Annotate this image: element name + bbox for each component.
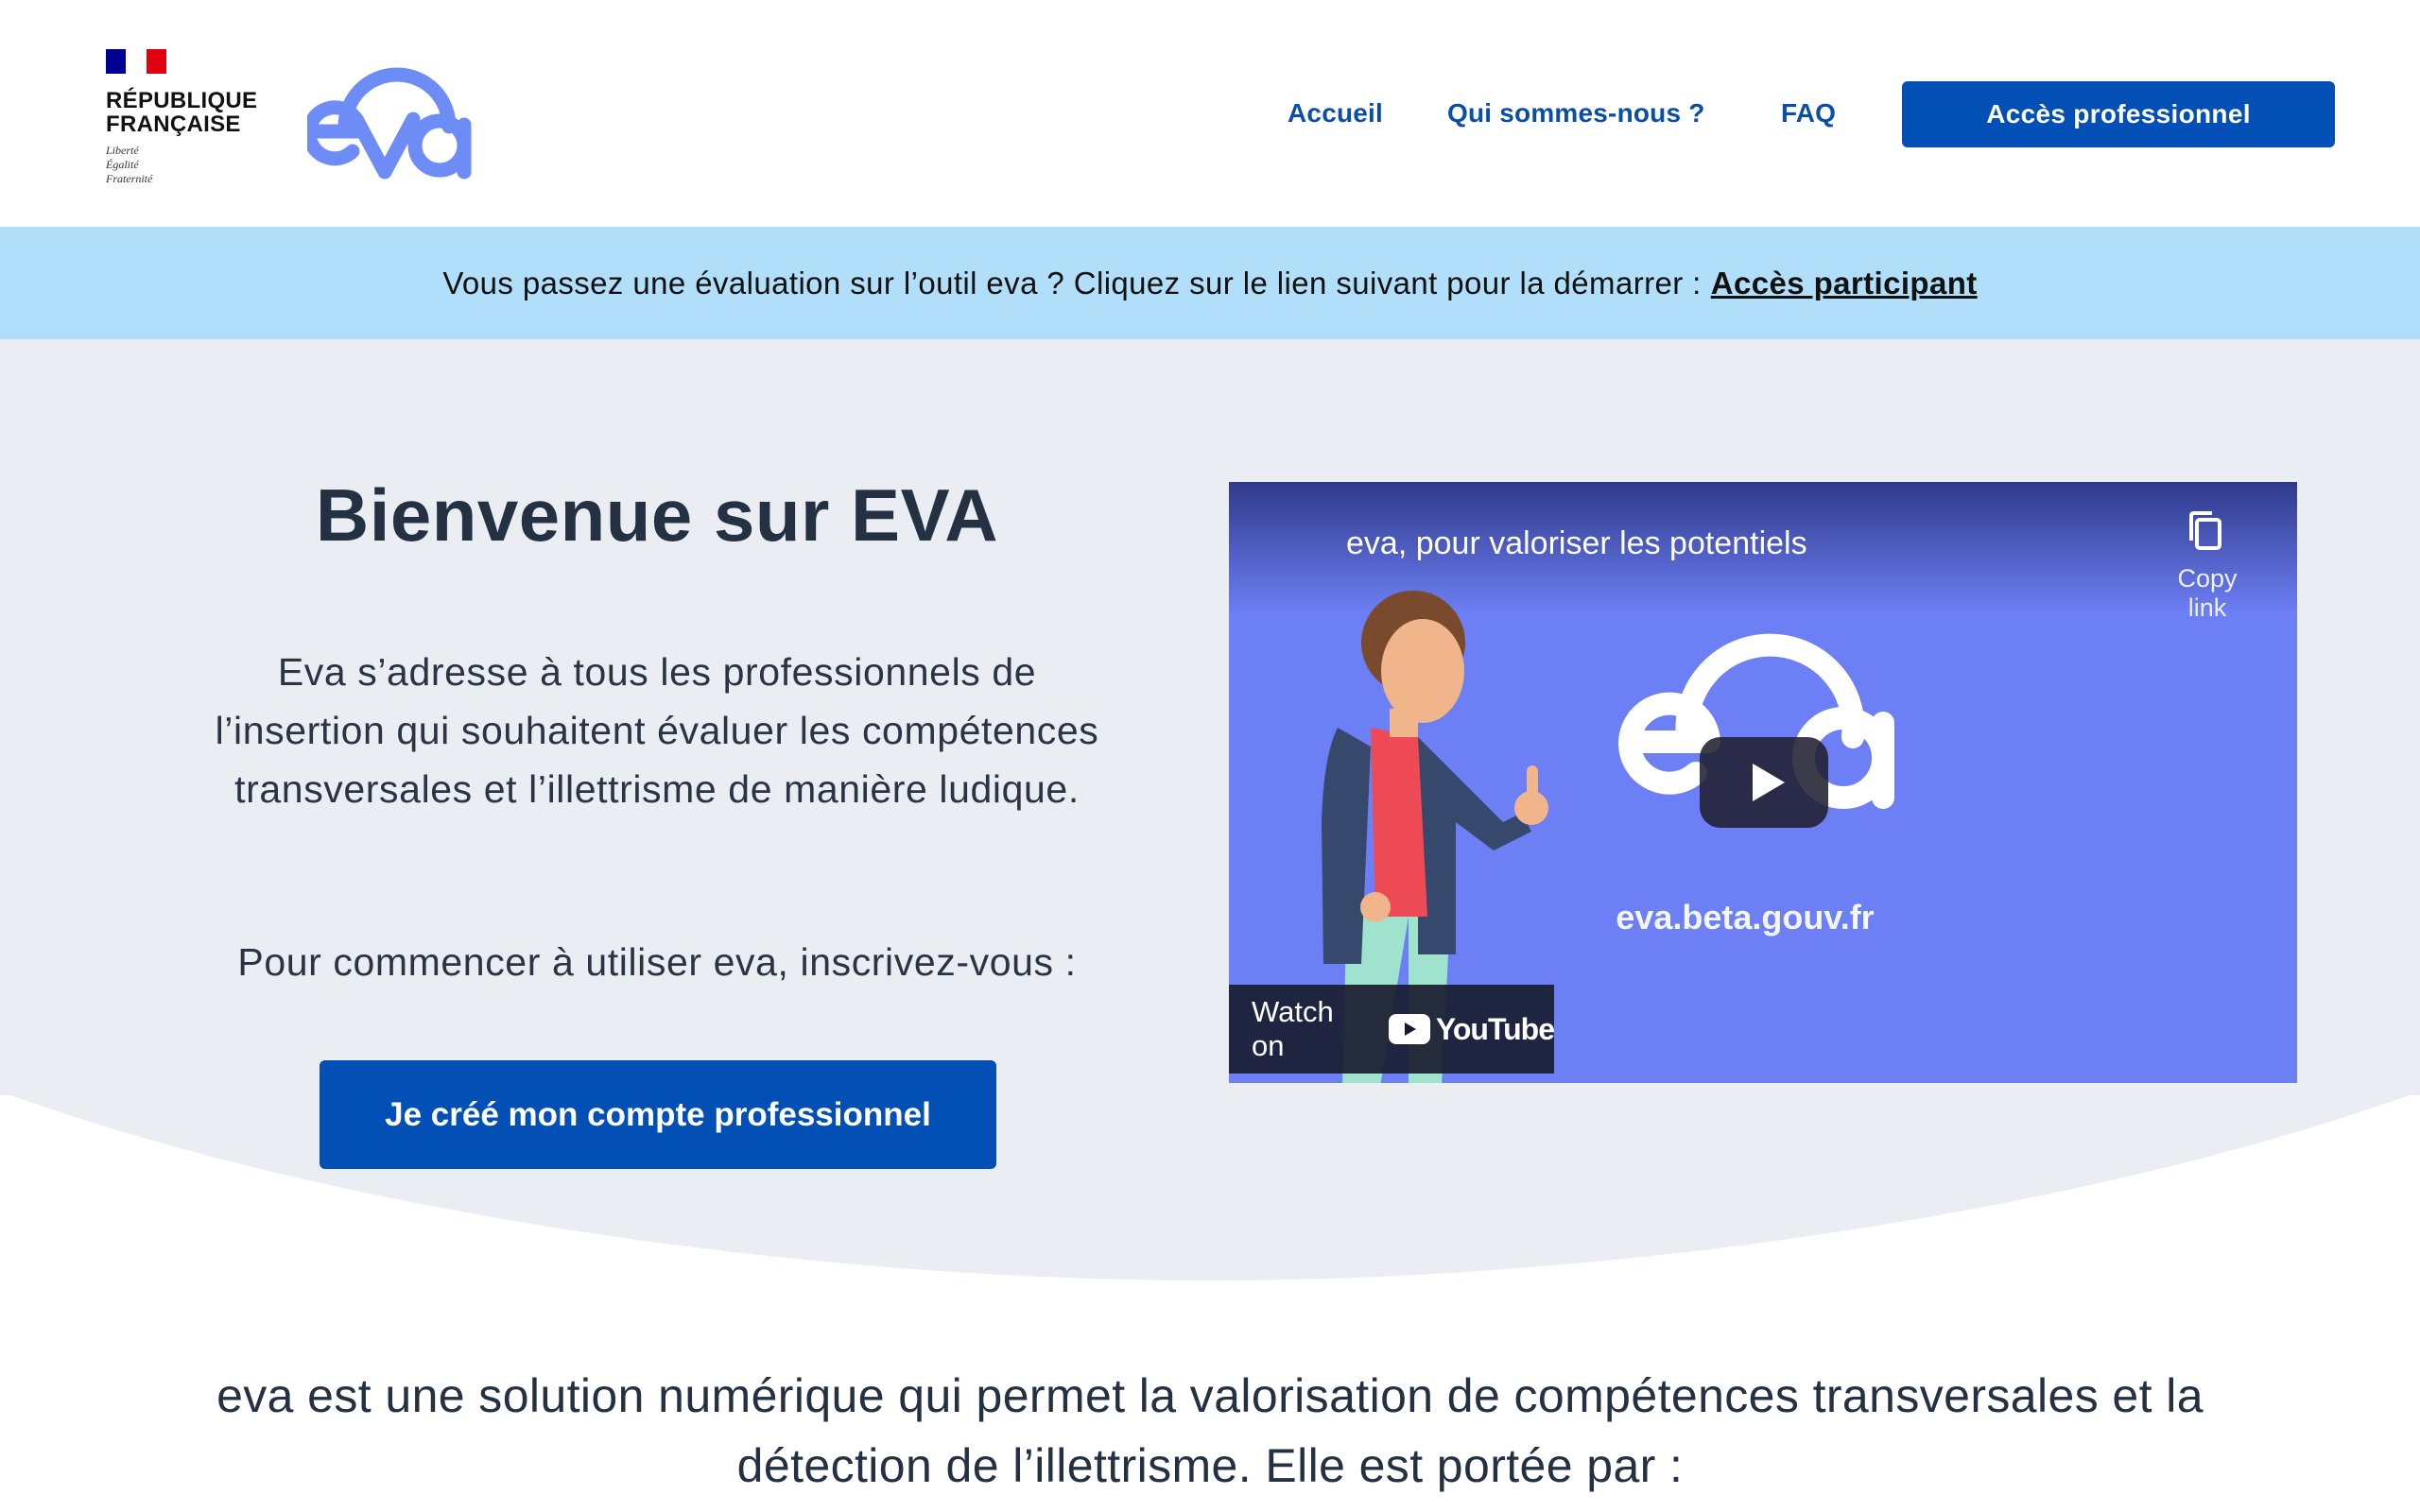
gov-motto: Liberté Égalité Fraternité: [106, 144, 271, 186]
acces-professionnel-button[interactable]: Accès professionnel: [1902, 81, 2335, 147]
gov-name-line1: RÉPUBLIQUE: [106, 88, 258, 113]
copy-icon: [2189, 511, 2221, 550]
copy-link-label: Copy link: [2177, 564, 2238, 622]
banner-text: Vous passez une évaluation sur l’outil e…: [442, 265, 1702, 301]
youtube-icon: [1388, 1014, 1430, 1044]
watch-on-label: Watch on: [1252, 995, 1334, 1062]
video-title[interactable]: eva, pour valoriser les potentiels: [1346, 525, 1807, 562]
hero-description: Eva s’adresse à tous les professionnels …: [215, 650, 1099, 811]
republique-francaise-logo[interactable]: RÉPUBLIQUE FRANÇAISE Liberté Égalité Fra…: [106, 49, 271, 186]
nav-link-faq[interactable]: FAQ: [1781, 98, 1836, 129]
play-button[interactable]: [1700, 737, 1828, 828]
youtube-wordmark: YouTube: [1435, 1011, 1555, 1046]
intro-text: eva est une solution numérique qui perme…: [216, 1369, 2204, 1492]
motto-egalite: Égalité: [106, 158, 139, 171]
nav-link-accueil[interactable]: Accueil: [1288, 98, 1383, 129]
site-header: RÉPUBLIQUE FRANÇAISE Liberté Égalité Fra…: [0, 0, 2420, 227]
gov-name-line2: FRANÇAISE: [106, 112, 241, 137]
participant-banner: Vous passez une évaluation sur l’outil e…: [0, 227, 2420, 339]
motto-liberte: Liberté: [106, 144, 139, 157]
video-url-text: eva.beta.gouv.fr: [1616, 898, 1875, 936]
youtube-video-embed[interactable]: eva, pour valoriser les potentiels Copy …: [1229, 482, 2297, 1083]
acces-participant-link[interactable]: Accès participant: [1711, 266, 1978, 301]
watch-on-youtube-button[interactable]: Watch on YouTube: [1229, 985, 1555, 1074]
signup-prompt: Pour commencer à utiliser eva, inscrivez…: [237, 940, 1077, 984]
youtube-logo: YouTube: [1388, 1011, 1555, 1047]
copy-link-button[interactable]: Copy link: [2155, 510, 2259, 623]
nav-link-qui-sommes-nous[interactable]: Qui sommes-nous ?: [1447, 98, 1705, 129]
french-flag-icon: [106, 49, 166, 74]
hero-title: Bienvenue sur EVA: [315, 473, 999, 557]
motto-fraternite: Fraternité: [106, 172, 153, 185]
play-icon: [1753, 764, 1785, 801]
create-account-button[interactable]: Je créé mon compte professionnel: [320, 1060, 996, 1169]
eva-logo[interactable]: [307, 40, 477, 186]
